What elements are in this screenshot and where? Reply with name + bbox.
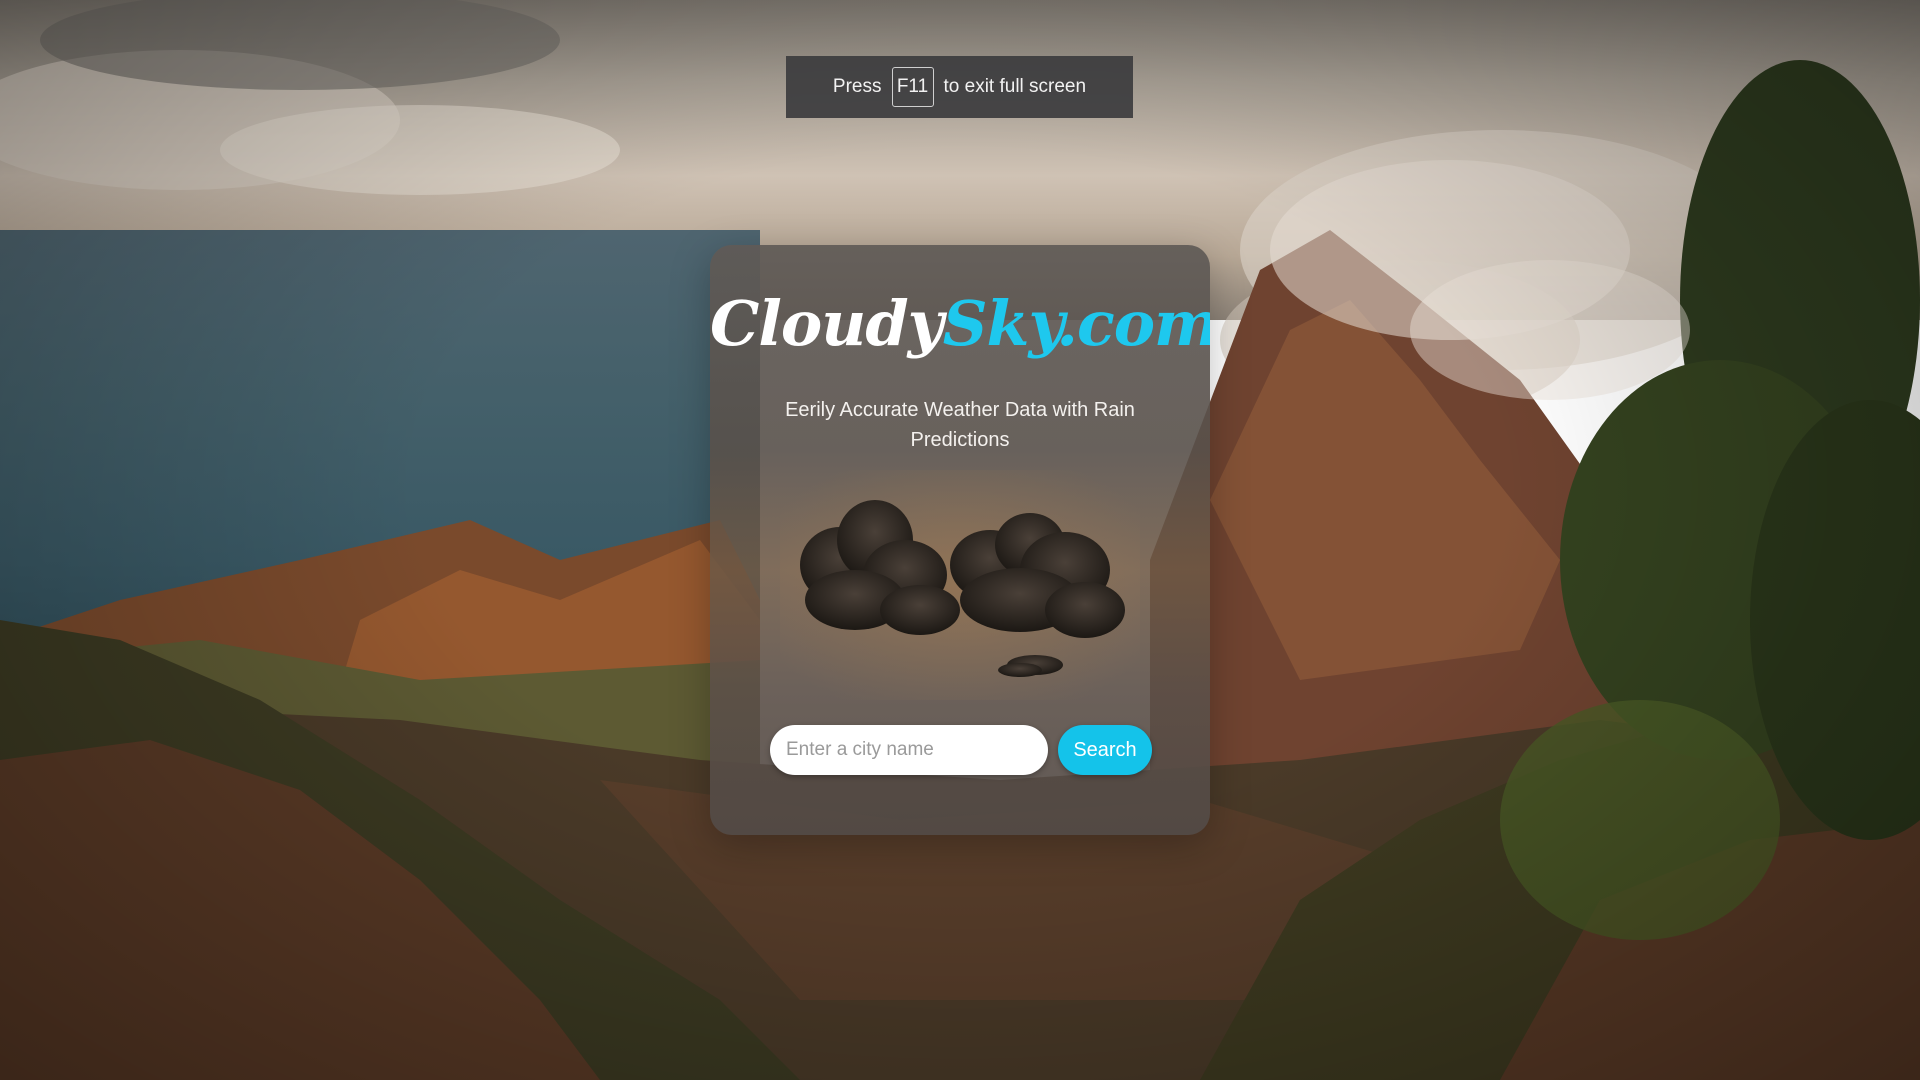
search-form: Search — [770, 725, 1170, 777]
fullscreen-notice-suffix: to exit full screen — [943, 76, 1087, 97]
logo-text-cloudy: Cloudy — [710, 287, 944, 360]
search-button[interactable]: Search — [1058, 725, 1152, 775]
page-root: Press F11 to exit full screen CloudySky.… — [0, 0, 1920, 1080]
dark-clouds-icon — [780, 470, 1140, 700]
fullscreen-notice-prefix: Press — [832, 76, 882, 97]
f11-key-badge: F11 — [891, 67, 934, 107]
weather-card: CloudySky.com Eerily Accurate Weather Da… — [710, 245, 1210, 835]
fullscreen-notice: Press F11 to exit full screen — [786, 56, 1133, 118]
city-search-input[interactable] — [770, 725, 1048, 775]
tagline: Eerily Accurate Weather Data with Rain P… — [785, 399, 1135, 451]
site-logo: CloudySky.com — [710, 293, 1210, 355]
logo-text-sky: Sky.com — [942, 287, 1210, 360]
